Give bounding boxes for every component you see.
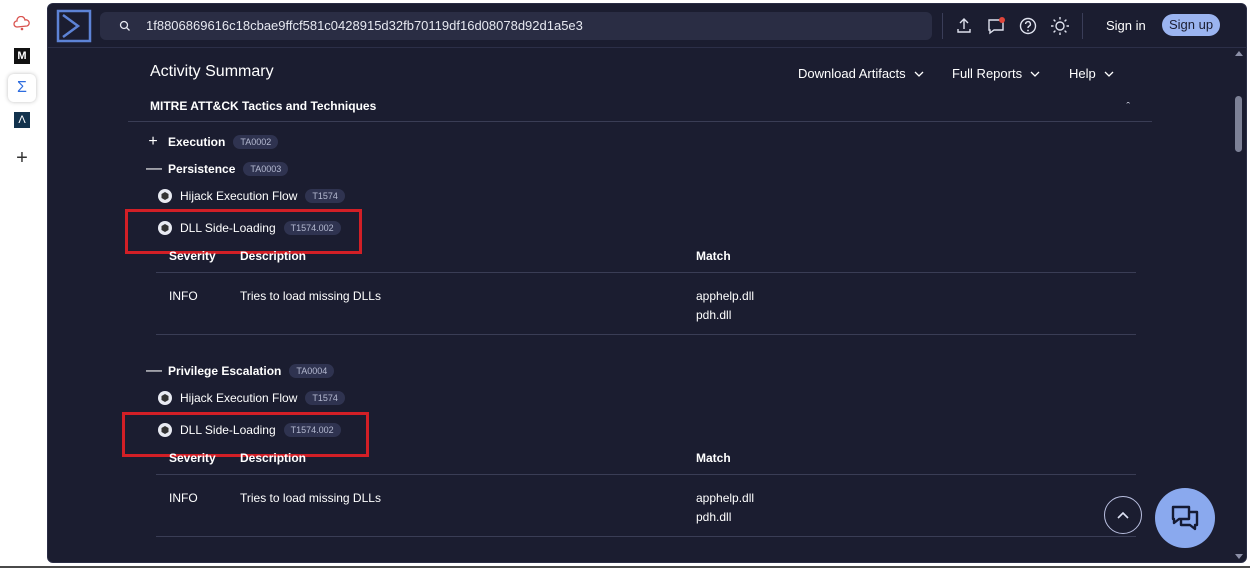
technique-item[interactable]: Hijack Execution Flow T1574: [158, 189, 345, 203]
chevron-up-icon[interactable]: ˆ: [1126, 101, 1130, 113]
sigma-logo-icon[interactable]: [56, 9, 92, 43]
scroll-up-icon[interactable]: [1235, 51, 1243, 56]
full-reports-label: Full Reports: [952, 66, 1023, 81]
match-cell: apphelp.dll: [696, 289, 755, 303]
scroll-down-icon[interactable]: [1235, 554, 1243, 559]
table-divider: [156, 536, 1136, 537]
top-bar: 1f8806869616c18cbae9ffcf581c0428915d32fb…: [48, 4, 1246, 48]
technique-id-badge: T1574: [305, 189, 345, 203]
search-value: 1f8806869616c18cbae9ffcf581c0428915d32fb…: [146, 18, 583, 33]
download-artifacts-menu[interactable]: Download Artifacts: [798, 66, 924, 81]
chevron-down-icon: [1030, 71, 1040, 77]
match-cell: apphelp.dll: [696, 491, 755, 505]
tactic-execution[interactable]: + Execution TA0002: [146, 133, 279, 151]
full-reports-menu[interactable]: Full Reports: [952, 66, 1040, 81]
technique-name: DLL Side-Loading: [180, 423, 276, 437]
main-content: Activity Summary Download Artifacts Full…: [48, 48, 1234, 562]
table-divider: [156, 474, 1136, 475]
technique-id-badge: T1574.002: [283, 221, 341, 235]
lambda-logo-label: Λ: [14, 112, 30, 128]
download-artifacts-label: Download Artifacts: [798, 66, 906, 81]
tactic-id-badge: TA0004: [289, 364, 335, 378]
technique-id-badge: T1574: [305, 391, 345, 405]
chat-button[interactable]: [1155, 488, 1215, 548]
chevron-down-icon: [914, 71, 924, 77]
medium-logo-icon[interactable]: M: [8, 42, 36, 70]
toolbar-divider: [942, 13, 943, 39]
technique-item[interactable]: DLL Side-Loading T1574.002: [158, 221, 341, 235]
chat-icon: [1171, 505, 1199, 531]
chevron-down-icon: [1104, 71, 1114, 77]
tactic-id-badge: TA0002: [233, 135, 279, 149]
tactic-privilege-escalation[interactable]: — Privilege Escalation TA0004: [146, 362, 335, 380]
collapse-icon[interactable]: —: [146, 160, 162, 178]
column-header: Match: [696, 249, 731, 263]
collapse-icon[interactable]: —: [146, 362, 162, 380]
plus-icon[interactable]: +: [8, 144, 36, 172]
severity-cell: INFO: [169, 491, 198, 505]
plus-label: +: [16, 146, 28, 169]
sigma-logo-icon[interactable]: Σ: [8, 74, 36, 102]
mitre-section-header[interactable]: MITRE ATT&CK Tactics and Techniques ˆ: [128, 95, 1152, 122]
severity-cell: INFO: [169, 289, 198, 303]
sign-in-button[interactable]: Sign in: [1106, 18, 1146, 33]
tactic-name: Privilege Escalation: [168, 364, 282, 378]
scroll-to-top-button[interactable]: [1104, 496, 1142, 534]
help-label: Help: [1069, 66, 1096, 81]
match-cell: pdh.dll: [696, 510, 732, 524]
expand-icon[interactable]: +: [146, 133, 160, 151]
tactic-id-badge: TA0003: [243, 162, 289, 176]
column-header: Severity: [169, 451, 216, 465]
notifications-icon[interactable]: [985, 15, 1007, 37]
tactic-name: Execution: [168, 135, 226, 149]
window-bottom-edge: [0, 566, 1250, 568]
table-divider: [156, 334, 1136, 335]
technique-name: Hijack Execution Flow: [180, 391, 298, 405]
description-cell: Tries to load missing DLLs: [240, 491, 381, 505]
theme-sun-icon[interactable]: [1049, 15, 1071, 37]
technique-cube-icon: [158, 189, 172, 203]
tactic-name: Persistence: [168, 162, 236, 176]
cloud-icon[interactable]: [8, 10, 36, 38]
help-icon[interactable]: [1017, 15, 1039, 37]
description-cell: Tries to load missing DLLs: [240, 289, 381, 303]
technique-cube-icon: [158, 221, 172, 235]
column-header: Match: [696, 451, 731, 465]
extension-sidebar: M Σ Λ +: [0, 0, 44, 569]
section-title: MITRE ATT&CK Tactics and Techniques: [150, 99, 377, 113]
toolbar-divider: [1082, 13, 1083, 39]
upload-icon[interactable]: [953, 15, 975, 37]
technique-item[interactable]: Hijack Execution Flow T1574: [158, 391, 345, 405]
page-title: Activity Summary: [150, 63, 274, 80]
table-divider: [156, 272, 1136, 273]
technique-id-badge: T1574.002: [283, 423, 341, 437]
technique-item[interactable]: DLL Side-Loading T1574.002: [158, 423, 341, 437]
match-cell: pdh.dll: [696, 308, 732, 322]
tactic-persistence[interactable]: — Persistence TA0003: [146, 160, 289, 178]
scrollbar-thumb[interactable]: [1235, 96, 1242, 152]
column-header: Description: [240, 249, 307, 263]
sigma-logo-label: Σ: [17, 79, 27, 96]
column-header: Description: [240, 451, 307, 465]
search-icon: [119, 20, 130, 31]
technique-name: Hijack Execution Flow: [180, 189, 298, 203]
sign-up-button[interactable]: Sign up: [1162, 14, 1220, 36]
technique-cube-icon: [158, 391, 172, 405]
technique-cube-icon: [158, 423, 172, 437]
column-header: Severity: [169, 249, 216, 263]
app-window: 1f8806869616c18cbae9ffcf581c0428915d32fb…: [47, 3, 1247, 563]
search-input[interactable]: 1f8806869616c18cbae9ffcf581c0428915d32fb…: [100, 12, 932, 40]
technique-name: DLL Side-Loading: [180, 221, 276, 235]
medium-logo-label: M: [14, 48, 30, 64]
lambda-logo-icon[interactable]: Λ: [8, 106, 36, 134]
chevron-up-icon: [1117, 511, 1129, 519]
help-menu[interactable]: Help: [1069, 66, 1114, 81]
